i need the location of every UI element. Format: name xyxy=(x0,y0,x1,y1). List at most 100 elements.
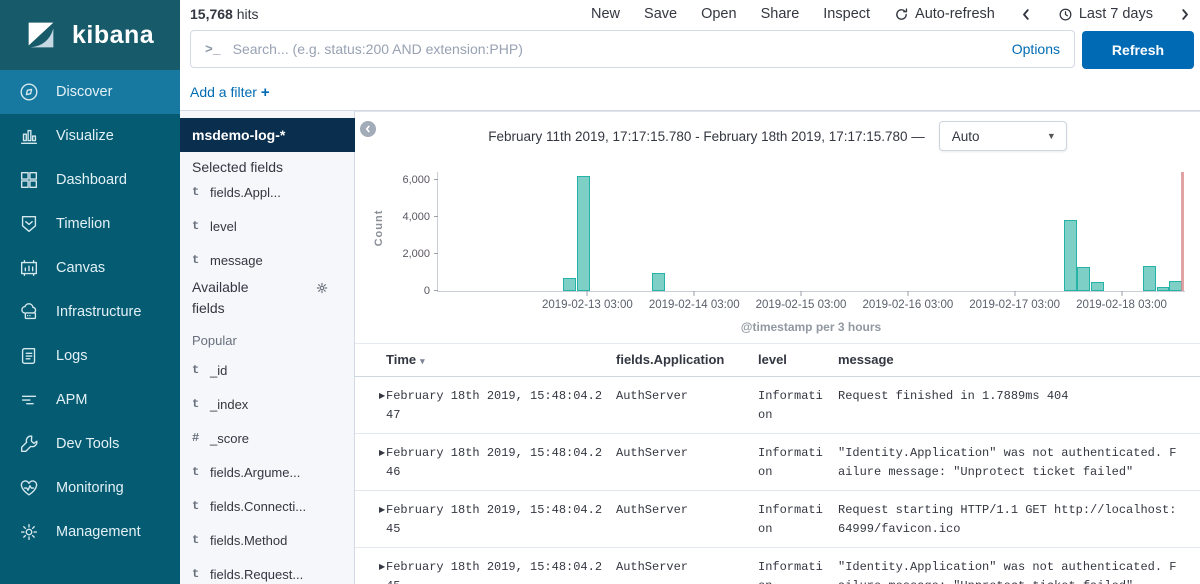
kibana-logo-icon xyxy=(22,16,60,54)
cell-fields-application: AuthServer xyxy=(616,558,758,584)
field-name: _id xyxy=(210,363,227,378)
sidebar-item-label: Dashboard xyxy=(56,172,127,188)
auto-refresh-label: Auto-refresh xyxy=(915,6,995,22)
field-item-fieldsMethod[interactable]: t fields.Method xyxy=(180,527,354,561)
sidebar-item-label: Timelion xyxy=(56,216,110,232)
field-item-fieldsArgume[interactable]: t fields.Argume... xyxy=(180,459,354,493)
y-axis-tick: 2,000 xyxy=(386,248,430,260)
gear-icon xyxy=(18,521,40,543)
x-axis-label: @timestamp per 3 hours xyxy=(437,320,1185,334)
histogram-bar[interactable] xyxy=(577,176,590,291)
field-type-icon: t xyxy=(192,219,202,233)
add-filter-link[interactable]: Add a filter + xyxy=(190,84,270,101)
column-header-level[interactable]: level xyxy=(758,352,838,367)
sidebar-item-management[interactable]: Management xyxy=(0,510,180,554)
sidebar-item-label: Canvas xyxy=(56,260,105,276)
sidebar-item-infrastructure[interactable]: Infrastructure xyxy=(0,290,180,334)
sidebar-item-timelion[interactable]: Timelion xyxy=(0,202,180,246)
cell-fields-application: AuthServer xyxy=(616,387,758,433)
sidebar-item-logs[interactable]: Logs xyxy=(0,334,180,378)
menu-item-save[interactable]: Save xyxy=(644,6,677,22)
kibana-logo[interactable]: kibana xyxy=(0,0,180,70)
column-header-fields-application[interactable]: fields.Application xyxy=(616,352,758,367)
sidebar-item-dev-tools[interactable]: Dev Tools xyxy=(0,422,180,466)
sidebar-item-label: Discover xyxy=(56,84,112,100)
field-item-message[interactable]: tmessage xyxy=(180,247,354,281)
column-header-message[interactable]: message xyxy=(838,352,1188,367)
field-item-level[interactable]: tlevel xyxy=(180,213,354,247)
field-name: fields.Appl... xyxy=(210,185,281,200)
chevron-down-icon: ▼ xyxy=(1047,131,1056,141)
menu-item-inspect[interactable]: Inspect xyxy=(823,6,870,22)
current-time-marker xyxy=(1181,172,1184,291)
sidebar-item-apm[interactable]: APM xyxy=(0,378,180,422)
field-item-fieldsRequest[interactable]: tfields.Request... xyxy=(180,561,354,584)
histogram-bar[interactable] xyxy=(1091,282,1104,291)
expand-row-icon[interactable]: ▶ xyxy=(355,387,386,433)
expand-row-icon[interactable]: ▶ xyxy=(355,501,386,547)
field-type-icon: t xyxy=(192,499,202,513)
bar-chart-icon xyxy=(18,125,40,147)
search-input[interactable] xyxy=(233,41,1002,57)
selected-fields-heading: Selected fields xyxy=(192,159,283,175)
sidebar-item-label: Management xyxy=(56,524,141,540)
sidebar-item-canvas[interactable]: Canvas xyxy=(0,246,180,290)
menu-item-open[interactable]: Open xyxy=(701,6,736,22)
cell-fields-application: AuthServer xyxy=(616,501,758,547)
sidebar-item-label: Dev Tools xyxy=(56,436,119,452)
histogram-bar[interactable] xyxy=(1064,220,1077,291)
field-name: fields.Method xyxy=(210,533,287,548)
histogram-bar[interactable] xyxy=(652,273,665,291)
expand-column-spacer xyxy=(355,352,386,367)
x-axis-tick: 2019-02-16 03:00 xyxy=(862,299,953,311)
fields-sidebar: msdemo-log-* Selected fields tfields.App… xyxy=(180,111,355,584)
field-name: fields.Argume... xyxy=(210,465,300,480)
index-pattern-selector[interactable]: msdemo-log-* xyxy=(180,118,355,152)
search-bar[interactable]: >_ Options xyxy=(190,30,1075,68)
time-range-back-button[interactable] xyxy=(1019,7,1034,22)
y-axis-tick-mark xyxy=(434,253,438,254)
histogram-plot-area[interactable]: 02,0004,0006,0002019-02-13 03:002019-02-… xyxy=(437,172,1185,292)
field-type-icon: t xyxy=(192,363,202,377)
time-range-picker[interactable]: Last 7 days xyxy=(1058,6,1153,22)
column-header-time[interactable]: Time▾ xyxy=(386,352,616,367)
discover-main: February 11th 2019, 17:17:15.780 - Febru… xyxy=(355,111,1200,584)
field-item-_index[interactable]: t_index xyxy=(180,391,354,425)
histogram-bar[interactable] xyxy=(1157,287,1170,291)
wrench-icon xyxy=(18,433,40,455)
x-axis-tick-mark xyxy=(694,291,695,296)
auto-refresh-button[interactable]: Auto-refresh xyxy=(894,6,995,22)
interval-select[interactable]: Auto ▼ xyxy=(939,121,1067,151)
cell-level: Information xyxy=(758,558,838,584)
histogram-bar[interactable] xyxy=(1077,267,1090,291)
field-item-fieldsConnecti[interactable]: tfields.Connecti... xyxy=(180,493,354,527)
menu-item-new[interactable]: New xyxy=(591,6,620,22)
expand-row-icon[interactable]: ▶ xyxy=(355,558,386,584)
sidebar-item-monitoring[interactable]: Monitoring xyxy=(0,466,180,510)
sidebar-item-visualize[interactable]: Visualize xyxy=(0,114,180,158)
cell-level: Information xyxy=(758,444,838,490)
field-item-_score[interactable]: #_score xyxy=(180,425,354,459)
field-settings-gear-icon[interactable] xyxy=(315,281,329,295)
menu-item-share[interactable]: Share xyxy=(761,6,800,22)
sidebar-item-dashboard[interactable]: Dashboard xyxy=(0,158,180,202)
field-type-icon: t xyxy=(192,533,202,547)
refresh-button[interactable]: Refresh xyxy=(1082,31,1194,69)
histogram-bar[interactable] xyxy=(563,278,576,291)
x-axis-tick-mark xyxy=(1121,291,1122,296)
y-axis-tick: 6,000 xyxy=(386,174,430,186)
query-options-link[interactable]: Options xyxy=(1012,41,1060,57)
field-item-fieldsAppl[interactable]: tfields.Appl... xyxy=(180,179,354,213)
field-type-icon: t xyxy=(192,465,202,479)
field-item-_id[interactable]: t _id xyxy=(180,357,354,391)
expand-row-icon[interactable]: ▶ xyxy=(355,444,386,490)
sidebar-item-label: Infrastructure xyxy=(56,304,141,320)
table-row: ▶February 18th 2019, 15:48:04.245AuthSer… xyxy=(355,548,1200,584)
field-type-icon: t xyxy=(192,567,202,581)
time-range-forward-button[interactable] xyxy=(1177,7,1192,22)
sidebar-item-discover[interactable]: Discover xyxy=(0,70,180,114)
histogram-bar[interactable] xyxy=(1143,266,1156,291)
kibana-discover-page: kibana Discover Visualize Dashboard Timelio… xyxy=(0,0,1200,584)
histogram-chart: Count 02,0004,0006,0002019-02-13 03:0020… xyxy=(355,152,1200,344)
y-axis-tick: 4,000 xyxy=(386,211,430,223)
